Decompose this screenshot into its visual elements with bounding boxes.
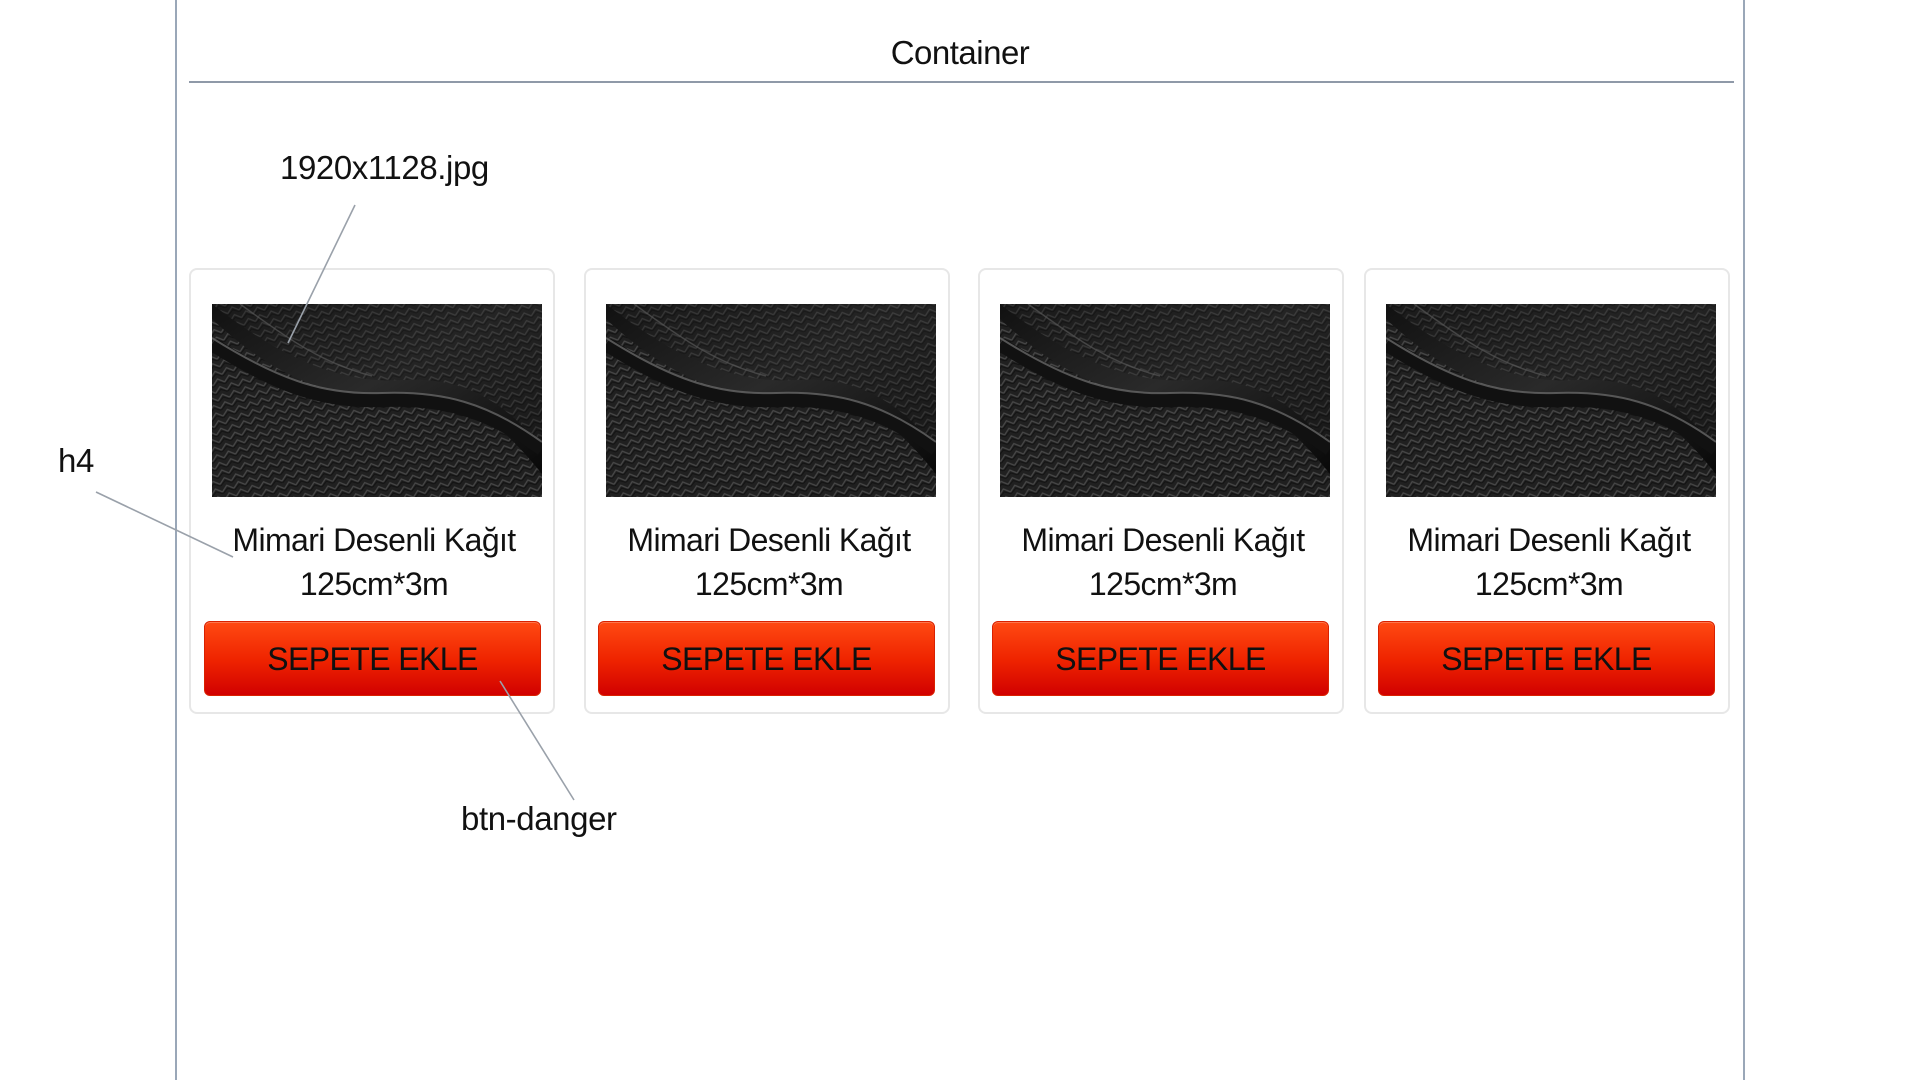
product-card: Mimari Desenli Kağıt 125cm*3m SEPETE EKL… xyxy=(584,268,950,714)
product-image[interactable] xyxy=(1000,304,1330,497)
product-name: Mimari Desenli Kağıt xyxy=(232,522,516,558)
product-title: Mimari Desenli Kağıt 125cm*3m xyxy=(980,518,1346,606)
product-card: Mimari Desenli Kağıt 125cm*3m SEPETE EKL… xyxy=(189,268,555,714)
architectural-pattern-image xyxy=(606,304,936,497)
product-name: Mimari Desenli Kağıt xyxy=(627,522,911,558)
architectural-pattern-image xyxy=(212,304,542,497)
product-title: Mimari Desenli Kağıt 125cm*3m xyxy=(586,518,952,606)
product-size: 125cm*3m xyxy=(1474,566,1624,602)
product-card: Mimari Desenli Kağıt 125cm*3m SEPETE EKL… xyxy=(1364,268,1730,714)
wireframe-canvas: Container 1920x1128.jpg h4 btn-danger Mi… xyxy=(0,0,1920,1080)
product-grid: Mimari Desenli Kağıt 125cm*3m SEPETE EKL… xyxy=(189,268,1734,714)
image-file-annotation: 1920x1128.jpg xyxy=(280,149,489,186)
product-image[interactable] xyxy=(1386,304,1716,497)
product-name: Mimari Desenli Kağıt xyxy=(1021,522,1305,558)
product-image[interactable] xyxy=(212,304,542,497)
button-class-annotation: btn-danger xyxy=(461,800,617,837)
architectural-pattern-image xyxy=(1000,304,1330,497)
add-to-cart-button[interactable]: SEPETE EKLE xyxy=(598,621,935,696)
add-to-cart-button[interactable]: SEPETE EKLE xyxy=(992,621,1329,696)
heading-tag-annotation: h4 xyxy=(58,442,94,479)
container-label: Container xyxy=(890,34,1030,71)
architectural-pattern-image xyxy=(1386,304,1716,497)
product-size: 125cm*3m xyxy=(299,566,449,602)
container-divider xyxy=(189,81,1734,83)
product-title: Mimari Desenli Kağıt 125cm*3m xyxy=(1366,518,1732,606)
product-card: Mimari Desenli Kağıt 125cm*3m SEPETE EKL… xyxy=(978,268,1344,714)
product-size: 125cm*3m xyxy=(694,566,844,602)
product-name: Mimari Desenli Kağıt xyxy=(1407,522,1691,558)
product-image[interactable] xyxy=(606,304,936,497)
add-to-cart-button[interactable]: SEPETE EKLE xyxy=(204,621,541,696)
product-size: 125cm*3m xyxy=(1088,566,1238,602)
add-to-cart-button[interactable]: SEPETE EKLE xyxy=(1378,621,1715,696)
product-title: Mimari Desenli Kağıt 125cm*3m xyxy=(191,518,557,606)
